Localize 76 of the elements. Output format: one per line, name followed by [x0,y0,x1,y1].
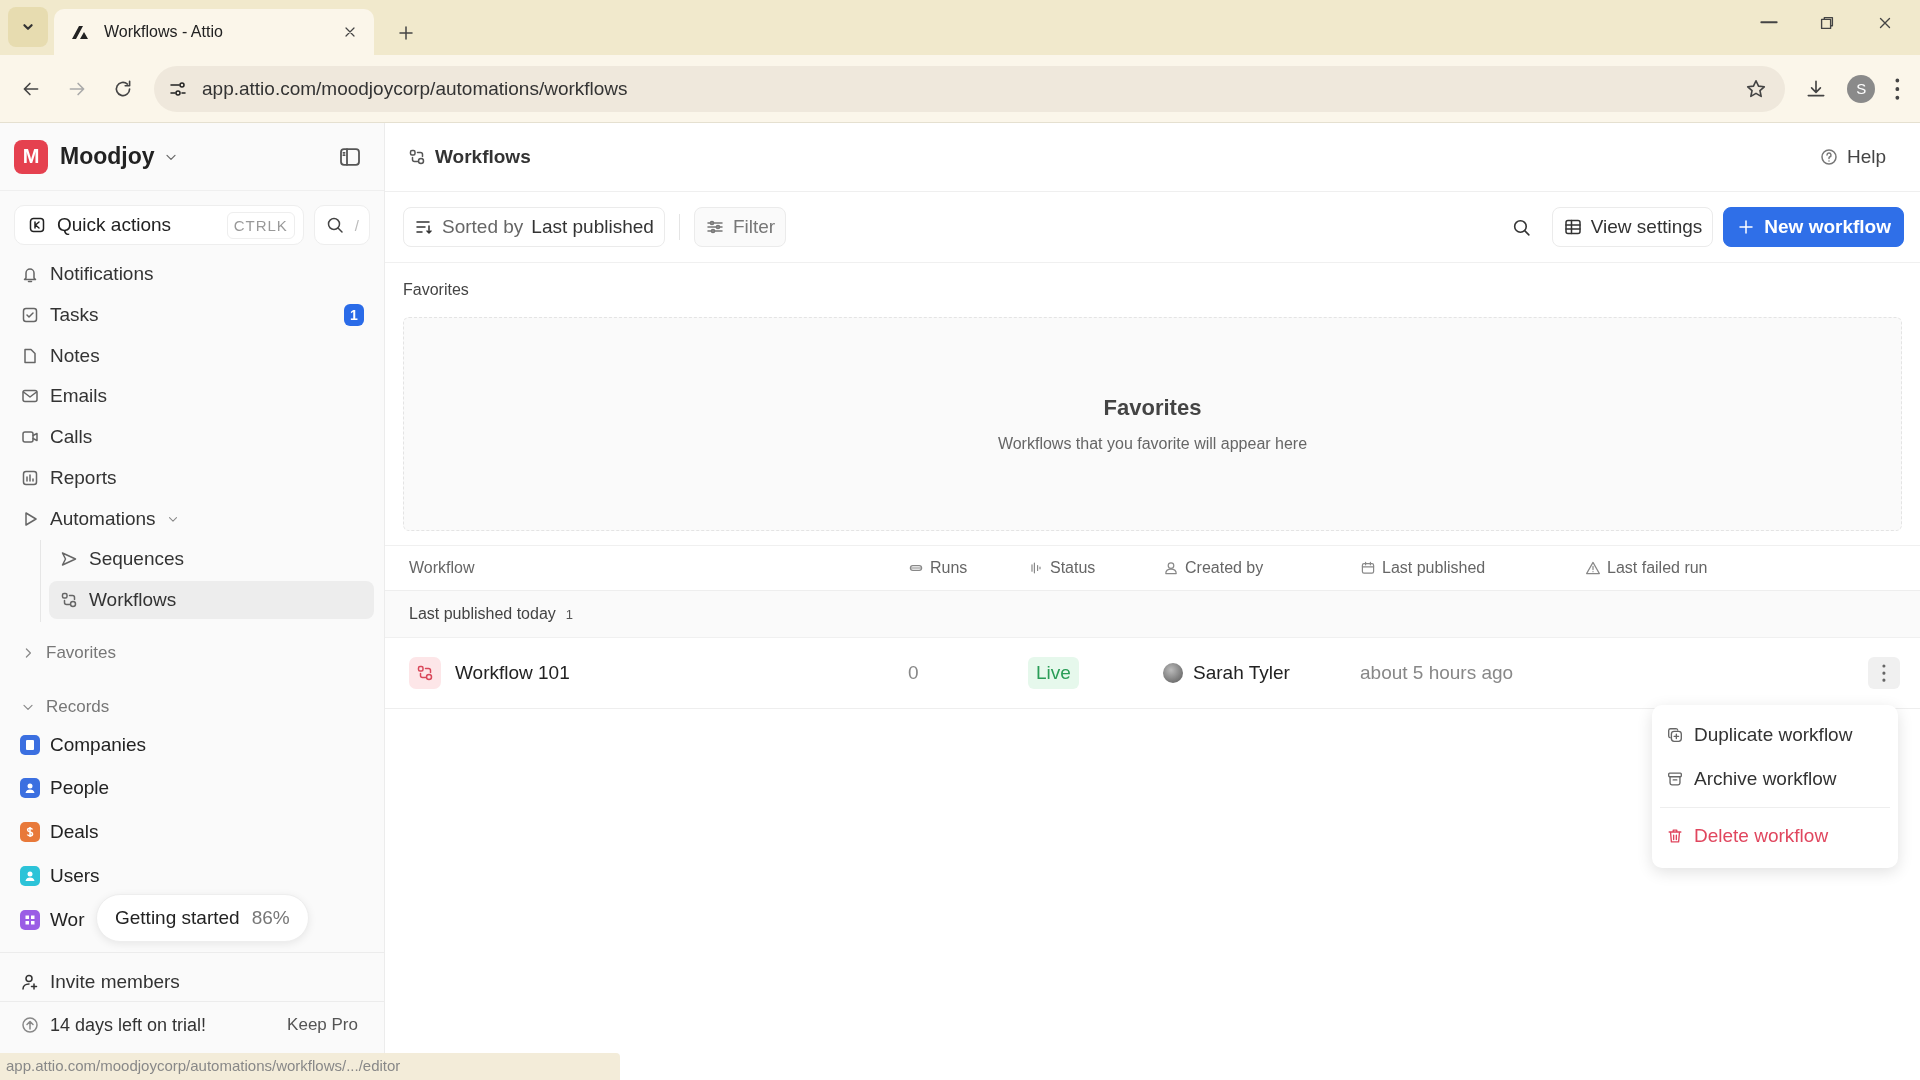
warning-icon [1585,560,1601,576]
column-header[interactable]: Status [1028,559,1163,577]
page-title: Workflows [435,146,531,168]
table-cell-text: 0 [908,662,920,684]
trial-notice: 14 days left on trial! [50,1014,208,1036]
sidebar-item[interactable]: Workflows [49,581,374,620]
sidebar-item[interactable]: Notes [10,336,374,375]
table-cell-text: about 5 hours ago [1360,662,1515,684]
status-tag: Live [1028,657,1079,689]
sidebar-item[interactable]: Companies [10,725,374,764]
upgrade-icon [20,1015,40,1036]
help-button[interactable]: Help [1812,145,1892,169]
workflow-icon [407,147,427,167]
progress-percent: 86% [251,907,290,930]
minimize-icon [1760,21,1778,24]
more-icon [1882,664,1886,682]
column-header[interactable]: Last published [1360,559,1585,577]
sidebar-item[interactable]: Wor [10,900,85,939]
sort-button[interactable]: Sorted by Last published [403,207,665,247]
section-label: Favorites [403,281,470,299]
sidebar-item[interactable]: Calls [10,418,374,456]
browser-tab[interactable]: Workflows - Attio [54,9,374,55]
sidebar-item[interactable]: Sequences [49,540,374,579]
sidebar-item[interactable]: Users [10,856,374,895]
column-header[interactable]: Runs [908,559,1028,577]
column-header[interactable]: Created by [1163,559,1360,577]
filter-button[interactable]: Filter [693,207,787,247]
getting-started-tooltip[interactable]: Getting started 86% [96,894,309,943]
sidebar-item[interactable]: Automations [10,499,374,538]
empty-state-title: Favorites [1103,395,1202,421]
section-toggle[interactable]: Records [0,690,384,724]
workspace-logo: M [14,139,48,174]
workflow-glyph-icon [415,663,435,683]
trash-icon [1666,827,1684,845]
table-icon [1562,217,1583,237]
section-toggle[interactable]: Favorites [0,636,384,671]
star-icon [1745,77,1768,100]
archive-icon [1666,770,1684,788]
person-icon [1163,560,1179,576]
sidebar-item[interactable]: Notifications [10,255,374,294]
sidebar-item[interactable]: Tasks 1 [10,296,374,334]
sidebar-item[interactable]: People [10,769,374,808]
view-settings-button[interactable]: View settings [1551,207,1714,247]
checkbox-icon [20,305,40,325]
menu-item[interactable]: Duplicate workflow [1660,713,1890,757]
menu-item[interactable]: Delete workflow [1660,814,1890,858]
signal-icon [1028,560,1044,576]
duplicate-icon [1666,726,1684,744]
empty-state-message: Workflows that you favorite will appear here [997,435,1308,453]
count-badge: 1 [344,304,364,326]
column-header[interactable]: Last failed run [1585,559,1868,577]
address-bar[interactable]: app.attio.com/moodjoycorp/automations/workflows [154,65,1786,112]
calendar-icon [1360,560,1376,576]
shortcut-hint: CTRLK [226,211,295,239]
plus-icon [396,23,416,43]
quick-actions-button[interactable]: Quick actions CTRLK [14,205,304,246]
person-plus-icon [20,972,40,993]
tab-title: Workflows - Attio [104,23,224,41]
more-icon [1895,77,1900,100]
table-cell: Sarah Tyler [1193,662,1290,684]
avatar [1163,663,1183,683]
workflow-name[interactable]: Workflow 101 [455,662,570,684]
help-icon [1818,147,1839,167]
column-header[interactable]: Workflow [409,559,908,577]
invite-members-button[interactable]: Invite members [10,963,374,1002]
status-url: app.attio.com/moodjoycorp/automations/workflows/.../editor [0,1053,620,1080]
group-label: Last published today [409,605,556,623]
group-count: 1 [565,606,573,622]
sidebar-item[interactable]: Reports [10,458,374,497]
sidebar-item[interactable]: Emails [10,377,374,416]
menu-item[interactable]: Archive workflow [1660,757,1890,801]
workspace-name[interactable]: Moodjoy [60,143,155,171]
keep-pro-link[interactable]: Keep Pro [281,1014,364,1037]
new-workflow-button[interactable]: New workflow [1723,207,1904,247]
sidebar-item[interactable]: Deals [10,813,374,851]
url-text: app.attio.com/moodjoycorp/automations/workflows [202,77,629,100]
